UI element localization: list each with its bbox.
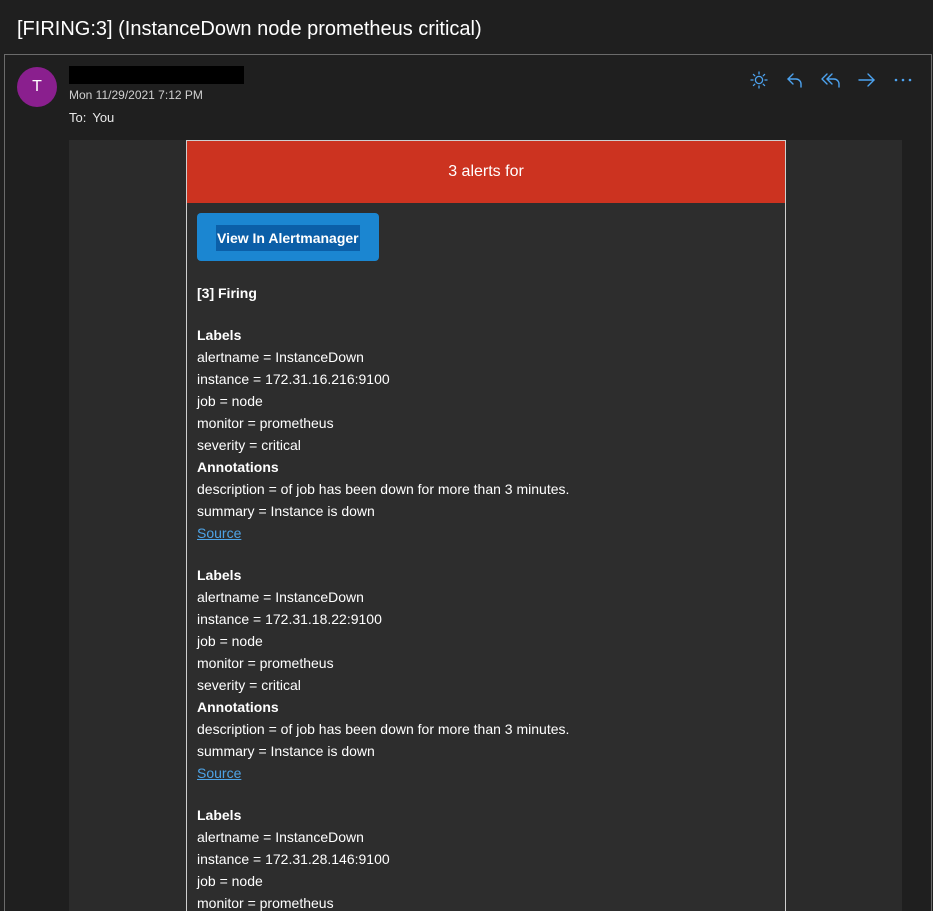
- label-monitor: monitor = prometheus: [197, 895, 334, 911]
- label-job: job = node: [197, 393, 263, 409]
- to-value[interactable]: You: [92, 110, 114, 125]
- firing-heading: [3] Firing: [197, 285, 257, 301]
- annotation-summary: summary = Instance is down: [197, 503, 375, 519]
- forward-icon[interactable]: [855, 69, 879, 91]
- labels-heading: Labels: [197, 327, 242, 343]
- email-subject: [FIRING:3] (InstanceDown node prometheus…: [17, 18, 482, 40]
- alert-email-card: 3 alerts for View In Alertmanager [3] Fi…: [186, 140, 786, 911]
- label-monitor: monitor = prometheus: [197, 415, 334, 431]
- label-instance: instance = 172.31.28.146:9100: [197, 851, 390, 867]
- sent-date: Mon 11/29/2021 7:12 PM: [69, 88, 203, 102]
- sun-icon[interactable]: [747, 69, 771, 91]
- source-link[interactable]: Source: [197, 524, 241, 542]
- annotation-summary: summary = Instance is down: [197, 743, 375, 759]
- label-alertname: alertname = InstanceDown: [197, 589, 364, 605]
- annotation-description: description = of job has been down for m…: [197, 721, 570, 737]
- annotations-heading: Annotations: [197, 699, 279, 715]
- reply-all-icon[interactable]: [819, 69, 843, 91]
- reply-icon[interactable]: [783, 69, 807, 91]
- label-alertname: alertname = InstanceDown: [197, 349, 364, 365]
- more-icon[interactable]: [891, 69, 915, 91]
- view-in-alertmanager-label: View In Alertmanager: [216, 225, 360, 251]
- label-job: job = node: [197, 873, 263, 889]
- label-severity: severity = critical: [197, 677, 301, 693]
- label-instance: instance = 172.31.16.216:9100: [197, 371, 390, 387]
- subject-bar: [FIRING:3] (InstanceDown node prometheus…: [0, 0, 933, 54]
- labels-heading: Labels: [197, 567, 242, 583]
- label-instance: instance = 172.31.18.22:9100: [197, 611, 382, 627]
- avatar[interactable]: T: [17, 67, 57, 107]
- label-monitor: monitor = prometheus: [197, 655, 334, 671]
- alert-banner: 3 alerts for: [187, 141, 785, 203]
- view-in-alertmanager-button[interactable]: View In Alertmanager: [197, 213, 379, 261]
- label-alertname: alertname = InstanceDown: [197, 829, 364, 845]
- to-label: To:: [69, 110, 87, 125]
- label-severity: severity = critical: [197, 437, 301, 453]
- source-link[interactable]: Source: [197, 764, 241, 782]
- annotations-heading: Annotations: [197, 459, 279, 475]
- label-job: job = node: [197, 633, 263, 649]
- sender-name-redacted: [69, 66, 244, 84]
- labels-heading: Labels: [197, 807, 242, 823]
- annotation-description: description = of job has been down for m…: [197, 481, 570, 497]
- message-toolbar: [745, 69, 915, 91]
- recipient-line: To: You: [69, 110, 114, 125]
